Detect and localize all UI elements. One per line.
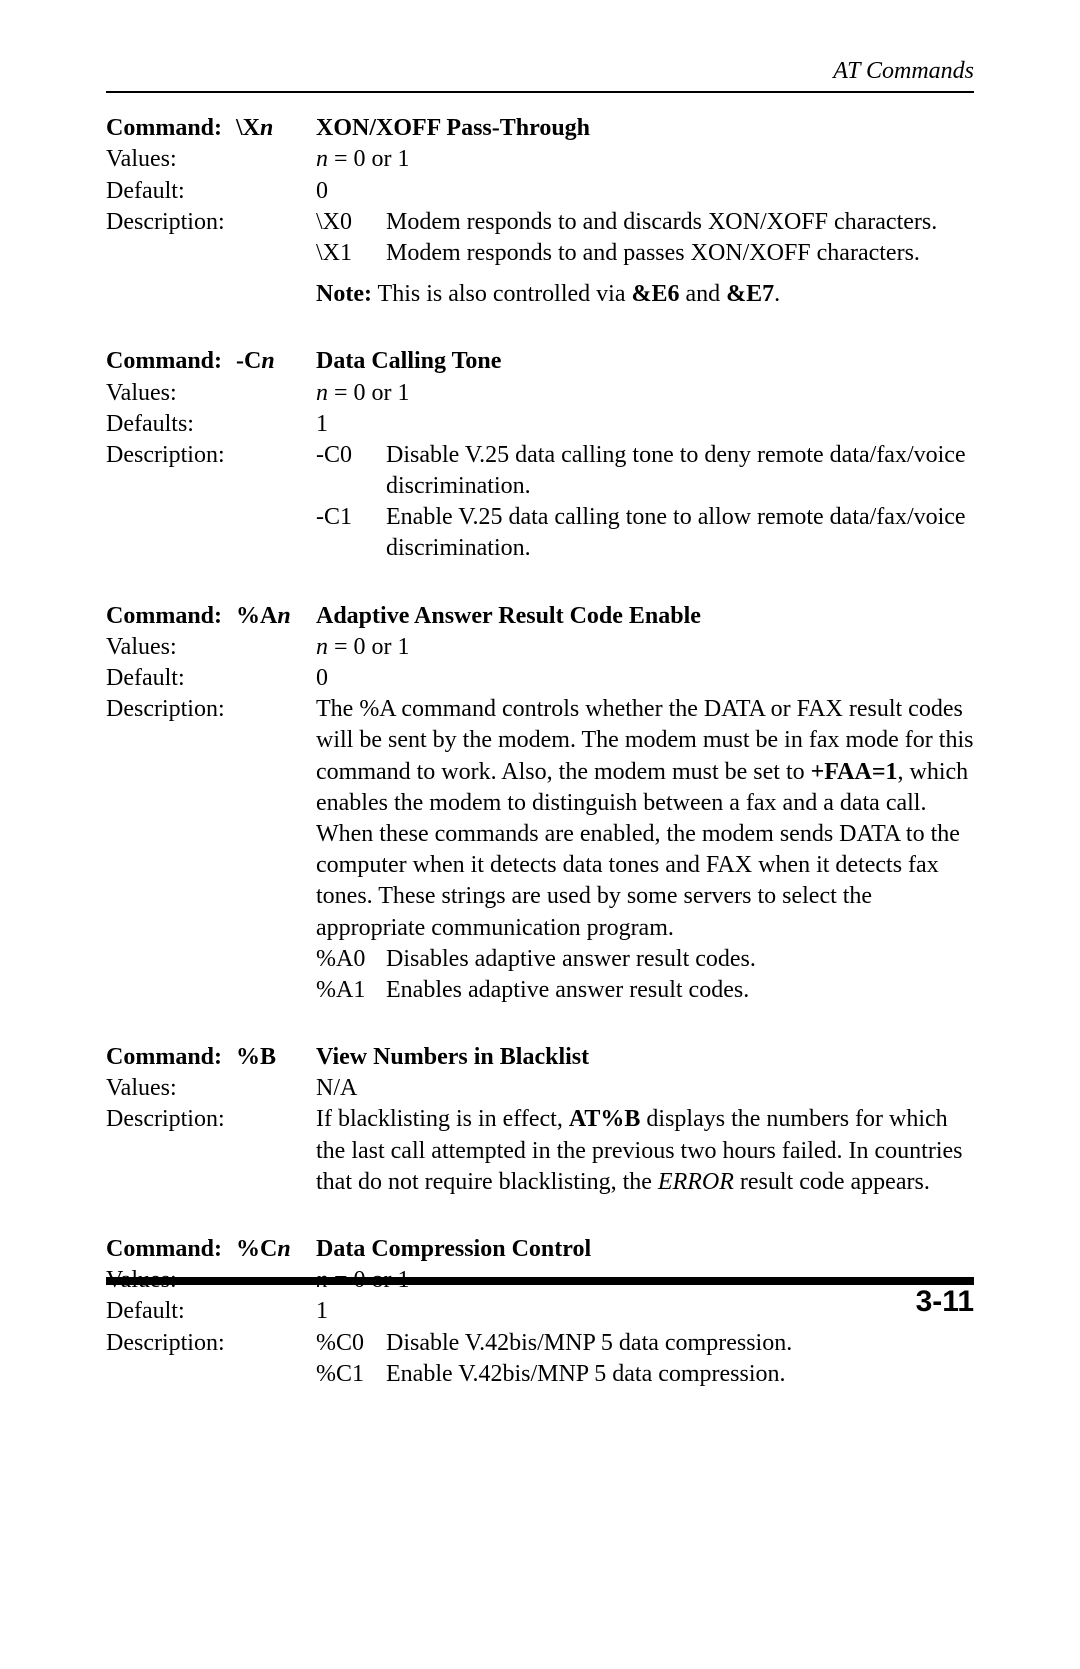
label-command: Command: (106, 1234, 236, 1265)
command-code: %B (236, 1042, 316, 1073)
option-row: %A1 Enables adaptive answer result codes… (316, 975, 974, 1006)
command-code: -Cn (236, 346, 316, 377)
footer-rule (106, 1277, 974, 1285)
command-code: \Xn (236, 113, 316, 144)
option-text: Modem responds to and passes XON/XOFF ch… (386, 238, 974, 269)
command-title: Data Compression Control (316, 1234, 974, 1265)
option-code: %C1 (316, 1359, 386, 1390)
values-text: n = 0 or 1 (316, 378, 974, 409)
label-description: Description: (106, 694, 236, 725)
option-code: %A0 (316, 944, 386, 975)
command-title: View Numbers in Blacklist (316, 1042, 974, 1073)
label-description: Description: (106, 1328, 236, 1359)
option-code: \X1 (316, 238, 386, 269)
option-row: \X0 Modem responds to and discards XON/X… (316, 207, 974, 238)
label-default: Default: (106, 176, 236, 207)
option-code: -C1 (316, 502, 386, 533)
page-number: 3-11 (916, 1282, 974, 1321)
option-row: -C0 Disable V.25 data calling tone to de… (316, 440, 974, 502)
option-text: Modem responds to and discards XON/XOFF … (386, 207, 974, 238)
label-command: Command: (106, 346, 236, 377)
label-command: Command: (106, 1042, 236, 1073)
option-text: Disable V.42bis/MNP 5 data compression. (386, 1328, 974, 1359)
description-paragraph: The %A command controls whether the DATA… (316, 694, 974, 944)
label-default: Default: (106, 1296, 236, 1327)
command-code: %An (236, 601, 316, 632)
command-title: Data Calling Tone (316, 346, 974, 377)
command-code: %Cn (236, 1234, 316, 1265)
label-description: Description: (106, 207, 236, 238)
option-text: Enables adaptive answer result codes. (386, 975, 974, 1006)
label-description: Description: (106, 440, 236, 471)
values-text: N/A (316, 1073, 974, 1104)
option-code: \X0 (316, 207, 386, 238)
label-command: Command: (106, 113, 236, 144)
option-row: %A0 Disables adaptive answer result code… (316, 944, 974, 975)
command-title: XON/XOFF Pass-Through (316, 113, 974, 144)
label-defaults: Defaults: (106, 409, 236, 440)
label-command: Command: (106, 601, 236, 632)
default-text: 0 (316, 176, 974, 207)
label-values: Values: (106, 378, 236, 409)
values-text: n = 0 or 1 (316, 144, 974, 175)
option-row: %C0 Disable V.42bis/MNP 5 data compressi… (316, 1328, 974, 1359)
label-values: Values: (106, 632, 236, 663)
option-text: Disables adaptive answer result codes. (386, 944, 974, 975)
option-code: %C0 (316, 1328, 386, 1359)
default-text: 1 (316, 409, 974, 440)
command-section: Command: %Cn Data Compression Control Va… (106, 1234, 974, 1390)
description-paragraph: If blacklisting is in effect, AT%B displ… (316, 1104, 974, 1198)
command-title: Adaptive Answer Result Code Enable (316, 601, 974, 632)
option-text: Disable V.25 data calling tone to deny r… (386, 440, 974, 502)
command-section: Command: %An Adaptive Answer Result Code… (106, 601, 974, 1006)
page-header: AT Commands (106, 56, 974, 93)
command-section: Command: %B View Numbers in Blacklist Va… (106, 1042, 974, 1198)
option-row: -C1 Enable V.25 data calling tone to all… (316, 502, 974, 564)
label-values: Values: (106, 144, 236, 175)
option-row: \X1 Modem responds to and passes XON/XOF… (316, 238, 974, 269)
default-text: 0 (316, 663, 974, 694)
page: AT Commands Command: \Xn XON/XOFF Pass-T… (0, 0, 1080, 1669)
default-text: 1 (316, 1296, 974, 1327)
note-text: Note: This is also controlled via &E6 an… (316, 279, 974, 310)
command-section: Command: -Cn Data Calling Tone Values: n… (106, 346, 974, 564)
command-section: Command: \Xn XON/XOFF Pass-Through Value… (106, 113, 974, 310)
label-description: Description: (106, 1104, 236, 1135)
option-row: %C1 Enable V.42bis/MNP 5 data compressio… (316, 1359, 974, 1390)
label-values: Values: (106, 1073, 236, 1104)
option-text: Enable V.42bis/MNP 5 data compression. (386, 1359, 974, 1390)
option-code: %A1 (316, 975, 386, 1006)
label-default: Default: (106, 663, 236, 694)
option-text: Enable V.25 data calling tone to allow r… (386, 502, 974, 564)
option-code: -C0 (316, 440, 386, 471)
values-text: n = 0 or 1 (316, 632, 974, 663)
